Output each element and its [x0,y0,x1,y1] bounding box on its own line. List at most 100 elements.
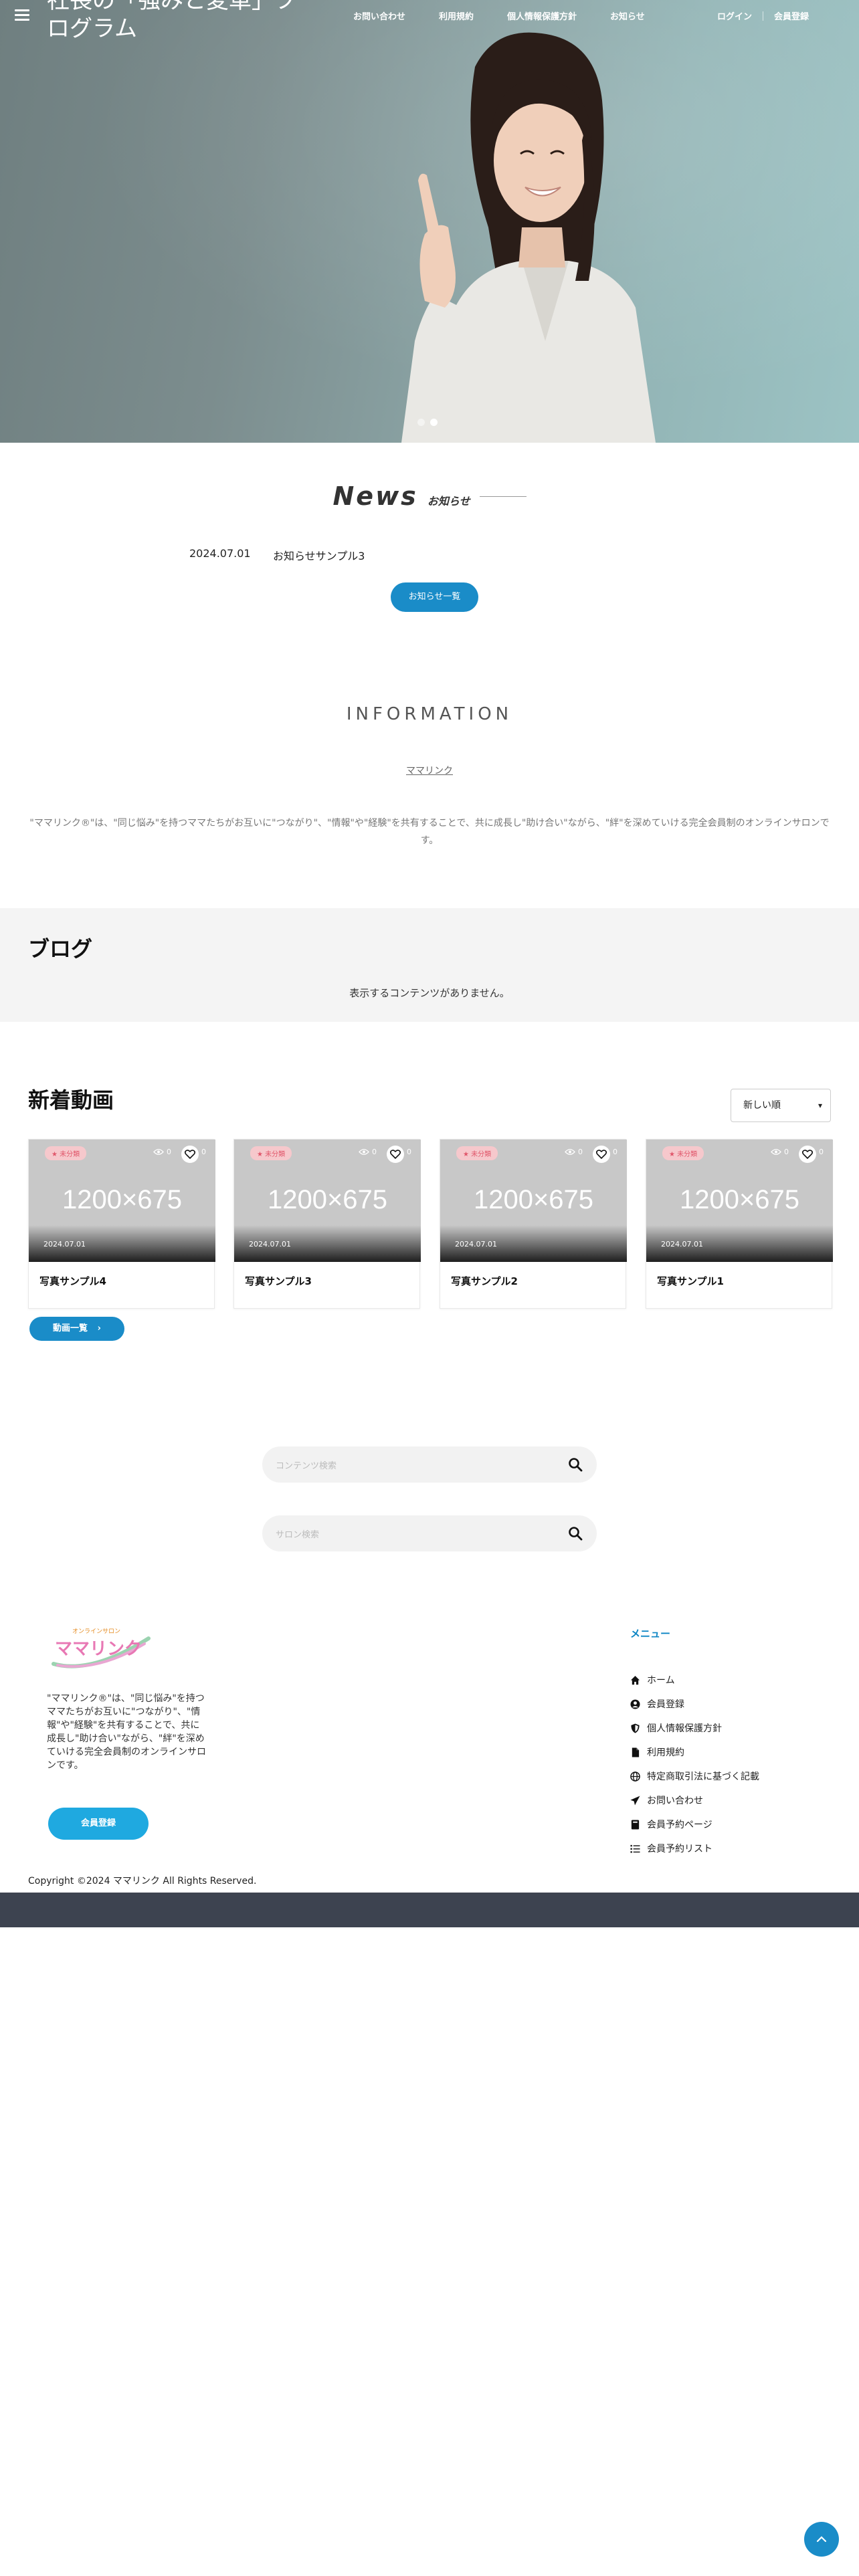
video-card[interactable]: 1200×675 2024.07.01 ★ 未分類 0 0 写真サンプル2 [440,1139,627,1309]
video-title[interactable]: 写真サンプル3 [245,1274,312,1288]
blog-section: ブログ 表示するコンテンツがありません。 [0,908,859,1022]
news-item[interactable]: 2024.07.01 お知らせサンプル3 [189,547,365,563]
blog-title: ブログ [28,936,93,962]
video-thumbnail[interactable]: 1200×675 2024.07.01 ★ 未分類 0 0 [646,1140,833,1262]
footer-menu: ホーム 会員登録 個人情報保護方針 利用規約 特定商取引法に基づく記載 お問い合… [630,1668,759,1860]
footer-menu-label: 会員予約リスト [647,1844,712,1854]
like-count: 0 [201,1148,206,1156]
like-count: 0 [819,1148,824,1156]
footer-description: "ママリンク®"は、"同じ悩み"を持つママたちがお互いに"つながり"、"情報"や… [47,1693,206,1771]
like-button[interactable] [387,1146,404,1163]
footer-menu-label: ホーム [647,1675,675,1686]
view-count: 0 [771,1148,789,1156]
heart-icon [390,1150,401,1159]
news-list-button[interactable]: お知らせ一覧 [391,582,478,612]
information-link[interactable]: ママリンク [0,764,859,777]
nav-contact[interactable]: お問い合わせ [353,9,405,22]
salon-search-input[interactable]: サロン検索 [262,1515,597,1551]
sort-select[interactable]: 新しい順 ▾ [731,1089,831,1122]
videos-title: 新着動画 [28,1087,114,1113]
content-search-placeholder: コンテンツ検索 [276,1461,337,1471]
nav-news[interactable]: お知らせ [610,9,645,22]
footer-menu-terms[interactable]: 利用規約 [630,1740,759,1764]
category-badge: ★ 未分類 [662,1146,704,1160]
view-count-value: 0 [372,1148,377,1156]
shield-icon [631,1723,640,1733]
thumbnail-placeholder-text: 1200×675 [267,1185,388,1214]
video-date: 2024.07.01 [43,1240,86,1249]
salon-search-placeholder: サロン検索 [276,1530,320,1540]
videos-list-button[interactable]: 動画一覧 › [29,1317,124,1341]
footer-menu-contact[interactable]: お問い合わせ [630,1788,759,1812]
register-link[interactable]: 会員登録 [774,9,809,22]
content-search-input[interactable]: コンテンツ検索 [262,1446,597,1483]
slider-pagination [417,419,438,426]
view-count-value: 0 [167,1148,171,1156]
footer-menu-privacy[interactable]: 個人情報保護方針 [630,1716,759,1740]
view-count: 0 [153,1148,171,1156]
chevron-up-icon [816,2536,827,2543]
home-icon [630,1675,640,1685]
footer-menu-reservation[interactable]: 会員予約ページ [630,1812,759,1836]
like-button[interactable] [593,1146,610,1163]
like-count: 0 [407,1148,411,1156]
video-title[interactable]: 写真サンプル1 [657,1274,724,1288]
video-title[interactable]: 写真サンプル2 [451,1274,518,1288]
videos-list-button-label: 動画一覧 [53,1323,88,1333]
video-thumbnail[interactable]: 1200×675 2024.07.01 ★ 未分類 0 0 [234,1140,421,1262]
globe-icon [630,1771,640,1782]
paper-plane-icon [630,1795,640,1806]
view-count-value: 0 [784,1148,789,1156]
blog-empty-message: 表示するコンテンツがありません。 [349,987,510,999]
slider-dot-1[interactable] [417,419,425,426]
footer-menu-home[interactable]: ホーム [630,1668,759,1692]
footer-register-button[interactable]: 会員登録 [48,1808,149,1840]
search-icon[interactable] [567,1525,583,1541]
video-date: 2024.07.01 [249,1240,291,1249]
like-button[interactable] [181,1146,199,1163]
video-card[interactable]: 1200×675 2024.07.01 ★ 未分類 0 0 写真サンプル1 [646,1139,833,1309]
slider-dot-2[interactable] [430,419,438,426]
eye-icon [359,1149,369,1155]
category-badge: ★ 未分類 [45,1146,87,1160]
category-badge: ★ 未分類 [456,1146,498,1160]
view-count: 0 [565,1148,583,1156]
back-to-top-button[interactable] [804,2522,839,2557]
search-icon[interactable] [567,1457,583,1473]
like-button[interactable] [799,1146,816,1163]
footer-menu-register[interactable]: 会員登録 [630,1692,759,1716]
hamburger-menu-icon[interactable] [15,9,29,21]
top-navigation: お問い合わせ 利用規約 個人情報保護方針 お知らせ [353,9,678,22]
thumbnail-placeholder-text: 1200×675 [473,1185,594,1214]
video-date: 2024.07.01 [455,1240,497,1249]
video-title[interactable]: 写真サンプル4 [39,1274,106,1288]
site-logo[interactable]: オンラインサロン ママリンク [51,1625,151,1672]
eye-icon [565,1149,575,1155]
copyright: Copyright ©2024 ママリンク All Rights Reserve… [28,1876,257,1887]
logo-subtitle: オンラインサロン [72,1628,120,1635]
login-link[interactable]: ログイン [717,9,752,22]
thumbnail-placeholder-text: 1200×675 [679,1185,800,1214]
site-title[interactable]: 社長の「強みと変革」プログラム [47,0,301,43]
chevron-down-icon: ▾ [818,1101,822,1110]
video-card[interactable]: 1200×675 2024.07.01 ★ 未分類 0 0 写真サンプル4 [28,1139,215,1309]
footer-menu-reservation-list[interactable]: 会員予約リスト [630,1836,759,1860]
video-card[interactable]: 1200×675 2024.07.01 ★ 未分類 0 0 写真サンプル3 [233,1139,421,1309]
list-icon [630,1844,640,1853]
heart-icon [802,1150,813,1159]
video-thumbnail[interactable]: 1200×675 2024.07.01 ★ 未分類 0 0 [29,1140,215,1262]
footer-menu-title: メニュー [630,1628,671,1640]
heart-icon [185,1150,195,1159]
heart-icon [596,1150,607,1159]
footer-menu-label: 利用規約 [647,1747,684,1758]
hero-photo-woman [401,32,656,443]
view-count-value: 0 [578,1148,583,1156]
book-icon [631,1819,640,1830]
footer-menu-tokushoho[interactable]: 特定商取引法に基づく記載 [630,1764,759,1788]
video-thumbnail[interactable]: 1200×675 2024.07.01 ★ 未分類 0 0 [440,1140,627,1262]
news-item-title[interactable]: お知らせサンプル3 [273,547,365,563]
nav-terms[interactable]: 利用規約 [439,9,474,22]
auth-links: ログイン 会員登録 [717,9,809,22]
footer-menu-label: 個人情報保護方針 [647,1723,722,1734]
nav-privacy[interactable]: 個人情報保護方針 [507,9,577,22]
